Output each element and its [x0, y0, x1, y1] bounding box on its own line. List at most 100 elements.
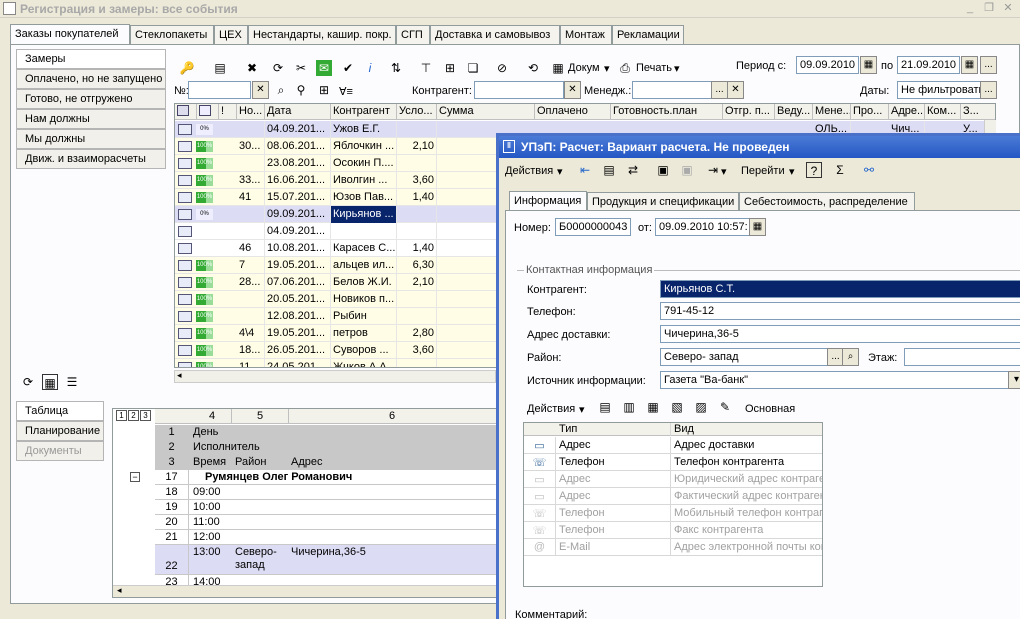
calendar-icon[interactable]: ▦: [961, 56, 978, 74]
table-view-icon[interactable]: ▦: [42, 374, 58, 390]
based-on-icon[interactable]: ⇥: [705, 162, 721, 178]
printer-icon[interactable]: ⎙: [617, 60, 633, 76]
chevron-down-icon[interactable]: ▾: [557, 165, 563, 178]
post-icon[interactable]: ▣: [655, 162, 671, 178]
schedule-row[interactable]: 19 10:00: [155, 500, 501, 515]
edit-row-icon[interactable]: ▦: [645, 399, 661, 415]
number-filter-input[interactable]: [188, 81, 251, 99]
schedule-row[interactable]: 1 День: [155, 425, 501, 440]
number-input[interactable]: Б0000000043: [555, 218, 631, 236]
contact-row[interactable]: @E-MailАдрес электронной почты конт...: [524, 539, 822, 556]
chevron-down-icon[interactable]: ▾: [789, 165, 795, 178]
grid-header-15[interactable]: Ком...: [925, 104, 961, 120]
district-input[interactable]: Северо- запад: [660, 348, 828, 366]
outline-level-3[interactable]: 3: [140, 410, 151, 421]
grid-header-12[interactable]: Мене...: [813, 104, 851, 120]
grid-header-8[interactable]: Оплачено: [535, 104, 611, 120]
contact-row[interactable]: ▭АдресАдрес доставкиЧичерина,36-5: [524, 437, 822, 454]
dialog-tab-1[interactable]: Продукция и спецификации: [587, 192, 739, 211]
clear-icon[interactable]: ✕: [727, 81, 744, 99]
bottom-tab-1[interactable]: Планирование: [16, 421, 104, 441]
manager-filter-input[interactable]: [632, 81, 712, 99]
grid-header-2[interactable]: !: [219, 104, 237, 120]
document-icon[interactable]: ▤: [601, 162, 617, 178]
filter-settings-icon[interactable]: ⊞: [316, 82, 332, 98]
contractor-filter-input[interactable]: [474, 81, 564, 99]
contacts-header-1[interactable]: Вид: [671, 423, 822, 436]
act-icon[interactable]: ✔: [340, 60, 356, 76]
orders-horizontal-scrollbar[interactable]: ◂: [174, 370, 496, 383]
sort-icon[interactable]: ⇅: [388, 60, 404, 76]
end-edit-icon[interactable]: ▨: [693, 399, 709, 415]
contact-row[interactable]: ☏ Телефон Факс контрагента: [524, 522, 822, 539]
unpost-icon[interactable]: ▣: [679, 162, 695, 178]
bottom-tab-2[interactable]: Документы: [16, 441, 104, 461]
tab-main-5[interactable]: Доставка и самовывоз: [430, 25, 560, 44]
binoculars-icon[interactable]: ⚲: [293, 82, 309, 98]
period-to-input[interactable]: 21.09.2010: [897, 56, 960, 74]
tab-main-2[interactable]: ЦЕХ: [214, 25, 248, 44]
dialog-actions-menu[interactable]: Действия: [505, 165, 553, 177]
chevron-left-icon[interactable]: ◂: [177, 370, 182, 381]
filter-toggle-icon[interactable]: ∀≡: [339, 85, 353, 98]
copy-row-icon[interactable]: ▥: [621, 399, 637, 415]
tab-main-6[interactable]: Монтаж: [560, 25, 612, 44]
chevron-left-icon[interactable]: ◂: [117, 585, 122, 596]
contacts-header-0[interactable]: Тип: [556, 423, 671, 436]
clear-icon[interactable]: ✕: [252, 81, 269, 99]
side-tab-5[interactable]: Движ. и взаиморасчеты: [16, 149, 166, 169]
delivery-address-input[interactable]: Чичерина,36-5: [660, 325, 1020, 343]
print-menu[interactable]: Печать: [636, 62, 672, 74]
history-icon[interactable]: ⟲: [525, 60, 541, 76]
delete-row-icon[interactable]: ▧: [669, 399, 685, 415]
delete-icon[interactable]: ✖: [244, 60, 260, 76]
contact-row[interactable]: ☏ТелефонМобильный телефон контрагента: [524, 505, 822, 522]
grid-header-3[interactable]: Но...: [237, 104, 265, 120]
outline-level-2[interactable]: 2: [128, 410, 139, 421]
refresh-icon[interactable]: ⟳: [270, 60, 286, 76]
contact-row[interactable]: ▭ Адрес Фактический адрес контрагента: [524, 488, 822, 505]
mail-icon[interactable]: ✉: [316, 60, 332, 76]
side-tab-2[interactable]: Готово, не отгружено: [16, 89, 166, 109]
contacts-actions-menu[interactable]: Действия: [527, 403, 575, 415]
minimize-icon[interactable]: _: [962, 2, 978, 16]
schedule-row[interactable]: 3 Время Район Адрес: [155, 455, 501, 470]
side-tab-4[interactable]: Мы должны: [16, 129, 166, 149]
collapse-icon[interactable]: −: [130, 472, 140, 482]
add-icon[interactable]: ▤: [212, 60, 228, 76]
search-icon[interactable]: ⌕: [273, 82, 289, 98]
grid-header-1[interactable]: [197, 104, 219, 120]
date-input[interactable]: 09.09.2010 10:57:: [655, 218, 751, 236]
contact-row[interactable]: ▭АдресЮридический адрес контрагента: [524, 471, 822, 488]
side-tab-1[interactable]: Оплачено, но не запущено: [16, 69, 166, 89]
schedule-row-booked[interactable]: 22 13:00 Северо-запад Чичерина,36-5: [155, 545, 501, 575]
manager-select-button[interactable]: ...: [711, 81, 728, 99]
outline-level-1[interactable]: 1: [116, 410, 127, 421]
tab-main-3[interactable]: Нестандарты, кашир. покр.: [248, 25, 396, 44]
dates-filter-select[interactable]: Не фильтровать: [897, 81, 981, 99]
schedule-horizontal-scrollbar[interactable]: ◂: [113, 585, 501, 597]
period-select-button[interactable]: ...: [980, 56, 997, 74]
contact-row[interactable]: ☏ТелефонТелефон контрагента791-45-12: [524, 454, 822, 471]
key-icon[interactable]: 🔑: [179, 60, 195, 76]
dialog-tab-2[interactable]: Себестоимость, распределение: [739, 192, 915, 211]
schedule-row[interactable]: 18 09:00: [155, 485, 501, 500]
contractor-input[interactable]: Кирьянов С.Т.: [660, 280, 1020, 298]
structure-icon[interactable]: ⊞: [442, 60, 458, 76]
schedule-row[interactable]: 17 Румянцев Олег Романович −: [130, 470, 501, 485]
dates-select-button[interactable]: ...: [980, 81, 997, 99]
floor-input[interactable]: [904, 348, 1020, 366]
grid-header-16[interactable]: З...: [961, 104, 995, 120]
refresh-icon[interactable]: ⟳: [20, 374, 36, 390]
restore-icon[interactable]: ❐: [981, 2, 997, 16]
documents-menu[interactable]: Докум: [568, 62, 600, 74]
bottom-tab-0[interactable]: Таблица: [16, 401, 104, 421]
grid-header-5[interactable]: Контрагент: [331, 104, 397, 120]
search-icon[interactable]: ⌕: [842, 348, 859, 366]
tools-icon[interactable]: ✂: [293, 60, 309, 76]
chevron-down-icon[interactable]: ▾: [579, 403, 585, 416]
chevron-down-icon[interactable]: ▾: [721, 165, 727, 178]
add-row-icon[interactable]: ▤: [597, 399, 613, 415]
chevron-down-icon[interactable]: ▾: [674, 62, 680, 75]
calendar-icon[interactable]: ▦: [860, 56, 877, 74]
